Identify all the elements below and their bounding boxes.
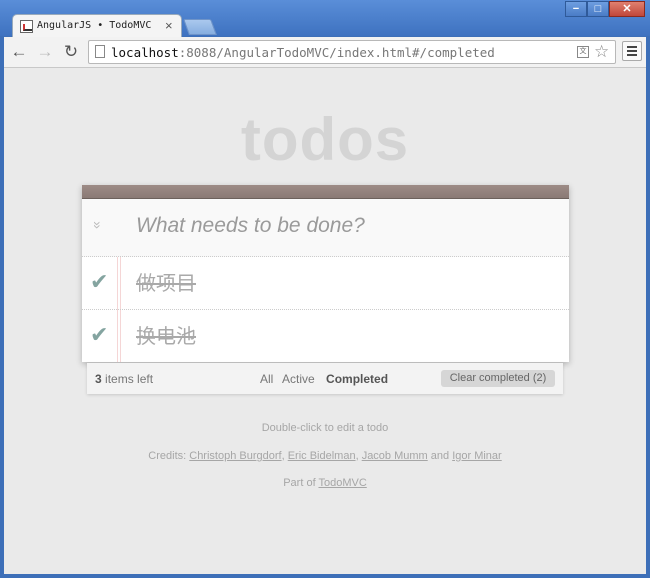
menu-bar-3 (627, 54, 637, 56)
reload-icon[interactable]: ↻ (60, 41, 82, 63)
checkmark-icon[interactable]: ✔ (90, 269, 108, 295)
edit-hint: Double-click to edit a todo (261, 422, 389, 434)
bookmark-star-icon[interactable]: ☆ (594, 41, 609, 63)
todo-footer: 3 items left All Active Completed Clear … (87, 363, 563, 394)
filters: All Active Completed (260, 372, 394, 386)
browser-toolbar: ← → ↻ localhost:8088/AngularTodoMVC/inde… (4, 37, 646, 68)
title-bar: AngularJS • TodoMVC × − □ ✕ (0, 0, 650, 38)
app-header-bar (82, 185, 569, 199)
tab-close-icon[interactable]: × (165, 19, 173, 33)
credits-prefix: Credits: (148, 450, 190, 462)
page-viewport: todos » What needs to be done? ✔ 做项目 ✔ 换… (4, 68, 646, 574)
todo-app: » What needs to be done? ✔ 做项目 ✔ 换电池 (82, 185, 569, 362)
close-window-button[interactable]: ✕ (609, 1, 645, 17)
new-tab-button[interactable] (183, 19, 217, 35)
minimize-button[interactable]: − (565, 1, 587, 17)
translate-icon[interactable]: 文 (577, 46, 589, 58)
url-host: localhost (111, 45, 179, 60)
browser-tab[interactable]: AngularJS • TodoMVC × (12, 14, 182, 38)
filter-all[interactable]: All (260, 372, 273, 386)
part-of-text: Part of (283, 477, 319, 489)
filter-completed[interactable]: Completed (326, 372, 388, 386)
toggle-all-icon[interactable]: » (88, 221, 108, 229)
todo-count-number: 3 (95, 372, 102, 386)
angular-favicon-icon (20, 20, 33, 33)
checkmark-icon[interactable]: ✔ (90, 322, 108, 348)
page-icon (95, 45, 105, 58)
url-text[interactable]: localhost:8088/AngularTodoMVC/index.html… (111, 45, 495, 60)
todo-label: 换电池 (136, 324, 196, 348)
author-link[interactable]: Jacob Mumm (362, 450, 428, 462)
credits: Credits: Christoph Burgdorf, Eric Bidelm… (4, 450, 646, 462)
menu-bar-1 (627, 46, 637, 48)
todo-label: 做项目 (136, 271, 196, 295)
part-of: Part of TodoMVC (4, 477, 646, 489)
app-title: todos (240, 106, 410, 173)
todo-item[interactable]: ✔ 换电池 (82, 310, 569, 362)
author-link[interactable]: Christoph Burgdorf (189, 450, 281, 462)
tab-title: AngularJS • TodoMVC (37, 20, 152, 31)
todo-count: 3 items left (95, 372, 153, 386)
todomvc-link[interactable]: TodoMVC (318, 477, 366, 489)
forward-icon[interactable]: → (34, 41, 56, 63)
chrome-menu-button[interactable] (622, 41, 642, 61)
and-word: and (427, 450, 453, 462)
author-link[interactable]: Igor Minar (452, 450, 502, 462)
clear-completed-button[interactable]: Clear completed (2) (441, 370, 555, 387)
filter-active[interactable]: Active (282, 372, 315, 386)
menu-bar-2 (627, 50, 637, 52)
url-path: :8088/AngularTodoMVC/index.html#/complet… (178, 45, 495, 60)
browser-window: AngularJS • TodoMVC × − □ ✕ ← → ↻ localh… (0, 0, 650, 578)
author-link[interactable]: Eric Bidelman (288, 450, 356, 462)
new-todo-row: » What needs to be done? (82, 199, 569, 257)
new-todo-input[interactable]: What needs to be done? (136, 214, 365, 238)
back-icon[interactable]: ← (8, 41, 30, 63)
maximize-button[interactable]: □ (587, 1, 609, 17)
address-bar[interactable]: localhost:8088/AngularTodoMVC/index.html… (88, 40, 616, 64)
todo-item[interactable]: ✔ 做项目 (82, 257, 569, 310)
todo-count-suffix: items left (101, 372, 154, 386)
